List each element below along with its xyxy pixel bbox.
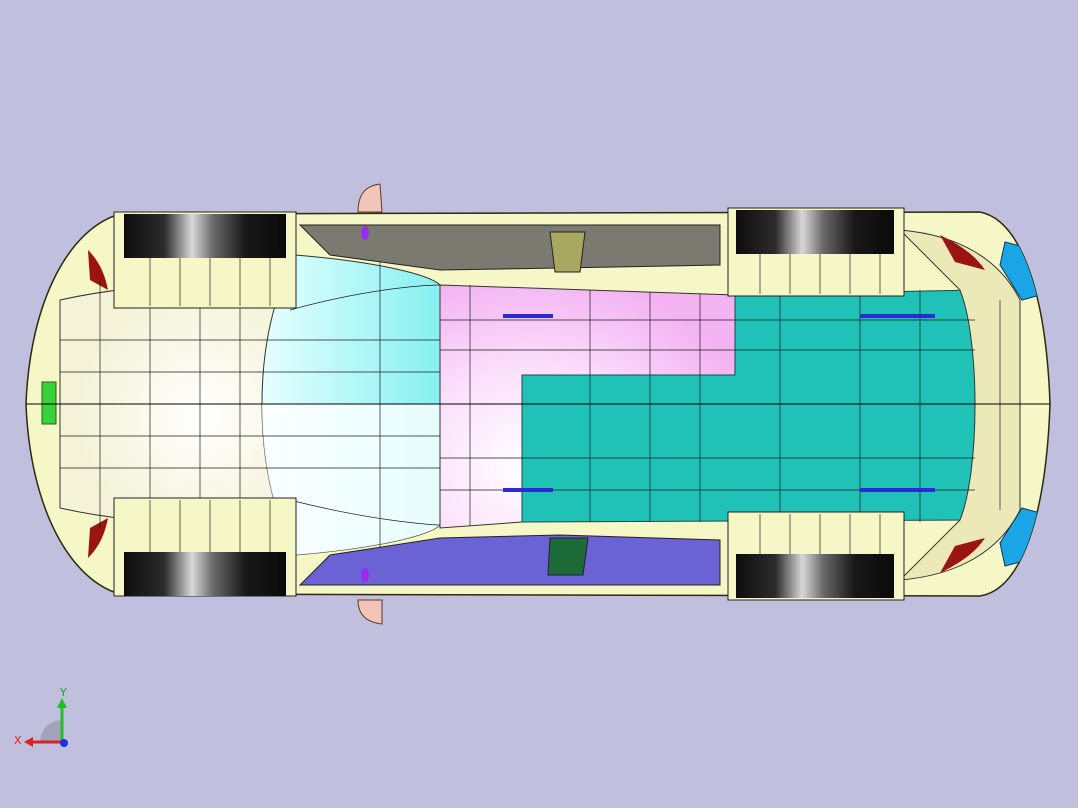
roof-rack-bar <box>860 314 935 318</box>
door-handle <box>361 226 369 240</box>
front-right-wheel[interactable] <box>113 497 297 597</box>
rear-right-wheel[interactable] <box>727 511 905 601</box>
front-grille <box>41 381 57 425</box>
3d-viewport[interactable]: Y X <box>0 0 1078 808</box>
left-mirror[interactable] <box>357 183 383 213</box>
right-mirror[interactable] <box>357 599 383 625</box>
front-left-wheel[interactable] <box>113 211 297 309</box>
z-axis-dot <box>60 739 68 747</box>
car-model-top-view[interactable] <box>0 0 1078 808</box>
rear-left-wheel[interactable] <box>727 207 905 297</box>
y-axis-label: Y <box>59 686 67 699</box>
axis-triad[interactable]: Y X <box>10 684 80 754</box>
roof-rack-bar <box>860 488 935 492</box>
roof-rack-bar <box>503 314 553 318</box>
triad-plane-icon <box>40 720 62 742</box>
door-handle <box>361 568 369 582</box>
roof-rack-bar <box>503 488 553 492</box>
x-axis-label: X <box>14 734 22 747</box>
